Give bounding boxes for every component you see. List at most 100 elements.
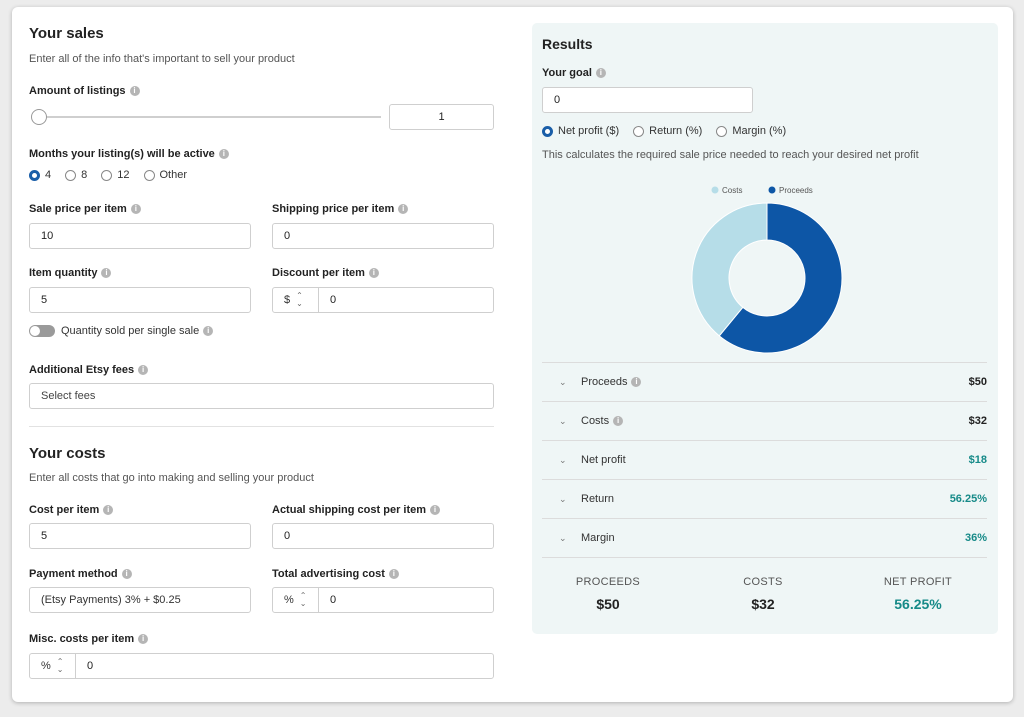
qty-toggle-row: Quantity sold per single sale i bbox=[29, 325, 214, 337]
cost-per-item-label: Cost per item i bbox=[29, 504, 114, 516]
etsy-fees-select[interactable]: Select fees bbox=[29, 383, 494, 409]
radio[interactable] bbox=[143, 169, 155, 181]
goal-option-label: Return (%) bbox=[649, 125, 703, 137]
goal-option-return[interactable]: Return (%) bbox=[633, 125, 702, 137]
discount-label: Discount per item i bbox=[272, 267, 379, 279]
info-icon[interactable]: i bbox=[121, 569, 132, 579]
summary-costs-label: COSTS bbox=[743, 576, 783, 588]
stepper-arrows-icon[interactable]: ⌃ ⌄ bbox=[57, 658, 64, 674]
goal-option-net-profit[interactable]: Net profit ($) bbox=[542, 125, 619, 137]
result-row-proceeds[interactable]: ⌄ Proceeds i $50 bbox=[542, 362, 987, 401]
info-icon[interactable]: i bbox=[138, 634, 149, 644]
advertising-value[interactable]: 0 bbox=[319, 588, 336, 612]
result-row-costs[interactable]: ⌄ Costs i $32 bbox=[542, 401, 987, 440]
payment-method-select[interactable]: (Etsy Payments) 3% + $0.25 bbox=[29, 587, 251, 613]
result-row-label-text: Return bbox=[581, 493, 615, 505]
info-icon[interactable]: i bbox=[398, 204, 409, 214]
result-row-value: $50 bbox=[968, 376, 987, 388]
months-label-text: Months your listing(s) will be active bbox=[29, 148, 215, 160]
shipping-price-input[interactable]: 0 bbox=[272, 223, 494, 249]
months-option-label: 8 bbox=[81, 169, 88, 181]
info-icon[interactable]: i bbox=[129, 86, 140, 96]
months-option-8[interactable]: 8 bbox=[65, 169, 87, 181]
result-row-label: Return bbox=[581, 493, 950, 505]
info-icon[interactable]: i bbox=[613, 416, 624, 426]
chevron-down-icon[interactable]: ⌄ bbox=[559, 455, 571, 466]
radio-selected[interactable] bbox=[29, 169, 40, 181]
info-icon[interactable]: i bbox=[203, 326, 214, 336]
goal-option-margin[interactable]: Margin (%) bbox=[716, 125, 786, 137]
summary-net-profit: NET PROFIT 56.25% bbox=[858, 576, 978, 612]
months-option-label: 4 bbox=[45, 169, 52, 181]
stepper-arrows-icon[interactable]: ⌃ ⌄ bbox=[296, 292, 303, 308]
results-title: Results bbox=[542, 36, 593, 52]
info-icon[interactable]: i bbox=[388, 569, 399, 579]
discount-value[interactable]: 0 bbox=[319, 288, 336, 312]
calculator-card: Your sales Enter all of the info that's … bbox=[12, 7, 1013, 702]
info-icon[interactable]: i bbox=[103, 505, 114, 515]
info-icon[interactable]: i bbox=[631, 377, 642, 387]
listings-slider-track[interactable] bbox=[47, 116, 381, 118]
radio-selected[interactable] bbox=[542, 125, 553, 137]
info-icon[interactable]: i bbox=[138, 365, 149, 375]
sale-price-label: Sale price per item i bbox=[29, 203, 141, 215]
summary-net-label: NET PROFIT bbox=[883, 576, 953, 588]
info-icon[interactable]: i bbox=[595, 68, 606, 78]
chevron-down-icon[interactable]: ⌄ bbox=[559, 533, 571, 544]
radio[interactable] bbox=[716, 125, 728, 137]
item-quantity-input[interactable]: 5 bbox=[29, 287, 251, 313]
radio[interactable] bbox=[65, 169, 77, 181]
etsy-fees-label-text: Additional Etsy fees bbox=[29, 364, 135, 376]
radio[interactable] bbox=[633, 125, 645, 137]
advertising-input[interactable]: % ⌃ ⌄ 0 bbox=[272, 587, 494, 613]
result-row-return[interactable]: ⌄ Return 56.25% bbox=[542, 479, 987, 518]
discount-label-text: Discount per item bbox=[272, 267, 365, 279]
misc-input[interactable]: % ⌃ ⌄ 0 bbox=[29, 653, 494, 679]
misc-value[interactable]: 0 bbox=[76, 654, 93, 678]
discount-input[interactable]: $ ⌃ ⌄ 0 bbox=[272, 287, 494, 313]
info-icon[interactable]: i bbox=[218, 149, 229, 159]
stepper-arrows-icon[interactable]: ⌃ ⌄ bbox=[300, 592, 307, 608]
result-row-label-text: Margin bbox=[581, 532, 615, 544]
result-row-net-profit[interactable]: ⌄ Net profit $18 bbox=[542, 440, 987, 479]
advertising-unit-select[interactable]: % ⌃ ⌄ bbox=[273, 588, 319, 612]
result-row-label-text: Proceeds bbox=[581, 376, 628, 388]
sale-price-input[interactable]: 10 bbox=[29, 223, 251, 249]
summary-proceeds-label: PROCEEDS bbox=[575, 576, 641, 588]
advertising-label: Total advertising cost i bbox=[272, 568, 399, 580]
info-icon[interactable]: i bbox=[430, 505, 441, 515]
info-icon[interactable]: i bbox=[101, 268, 112, 278]
listings-label-text: Amount of listings bbox=[29, 85, 126, 97]
result-row-value: 56.25% bbox=[949, 493, 987, 505]
months-option-other[interactable]: Other bbox=[143, 169, 187, 181]
radio[interactable] bbox=[101, 169, 113, 181]
info-icon[interactable]: i bbox=[130, 204, 141, 214]
goal-input[interactable]: 0 bbox=[542, 87, 753, 113]
rows-bottom-divider bbox=[542, 557, 987, 558]
donut-slices bbox=[691, 202, 843, 354]
legend-label-costs: Costs bbox=[722, 186, 742, 195]
listings-slider-handle[interactable] bbox=[31, 109, 47, 125]
result-row-margin[interactable]: ⌄ Margin 36% bbox=[542, 518, 987, 557]
chevron-down-icon[interactable]: ⌄ bbox=[559, 416, 571, 427]
payment-method-label: Payment method i bbox=[29, 568, 132, 580]
listings-input[interactable]: 1 bbox=[389, 104, 494, 130]
misc-unit-select[interactable]: % ⌃ ⌄ bbox=[30, 654, 76, 678]
actual-shipping-label-text: Actual shipping cost per item bbox=[272, 504, 427, 516]
chevron-down-icon[interactable]: ⌄ bbox=[559, 494, 571, 505]
summary-proceeds-value: $50 bbox=[596, 596, 620, 612]
qty-toggle-switch[interactable] bbox=[29, 325, 55, 337]
info-icon[interactable]: i bbox=[368, 268, 379, 278]
goal-label-text: Your goal bbox=[542, 67, 592, 79]
chevron-down-icon[interactable]: ⌄ bbox=[559, 377, 571, 388]
actual-shipping-input[interactable]: 0 bbox=[272, 523, 494, 549]
results-panel: Results Your goal i 0 Net profit ($) Retu… bbox=[532, 23, 998, 634]
discount-unit-select[interactable]: $ ⌃ ⌄ bbox=[273, 288, 319, 312]
cost-per-item-input[interactable]: 5 bbox=[29, 523, 251, 549]
months-option-12[interactable]: 12 bbox=[101, 169, 130, 181]
months-option-4[interactable]: 4 bbox=[29, 169, 51, 181]
legend-label-proceeds: Proceeds bbox=[779, 186, 813, 195]
sales-title: Your sales bbox=[29, 25, 104, 42]
misc-label: Misc. costs per item i bbox=[29, 633, 149, 645]
listings-label: Amount of listings i bbox=[29, 85, 140, 97]
